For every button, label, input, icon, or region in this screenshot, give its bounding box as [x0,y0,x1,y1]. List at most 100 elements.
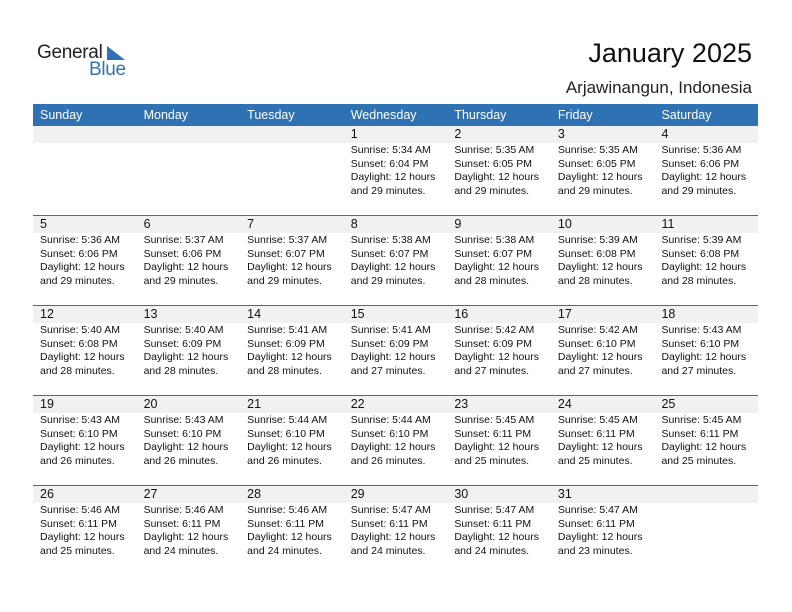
sunset-time: Sunset: 6:09 PM [454,337,532,350]
sunset-time: Sunset: 6:11 PM [143,517,221,530]
daylight-duration: Daylight: 12 hours [143,531,229,543]
weekday-monday: Monday [143,108,189,122]
daylight-duration: Daylight: 12 hours [247,261,332,273]
day-cell: Sunrise: 5:46 AM Sunset: 6:11 PM Daylight:… [33,503,137,558]
daylight-duration: Daylight: 12 hours [557,351,643,363]
sunset-time: Sunset: 6:09 PM [143,337,222,350]
sunrise-time: Sunrise: 5:42 AM [557,324,638,336]
day-number: 9 [454,217,462,231]
daylight-duration: and 29 minutes. [247,274,322,287]
day-cell: Sunrise: 5:41 AM Sunset: 6:09 PM Daylight:… [344,323,448,378]
day-cell: Sunrise: 5:42 AM Sunset: 6:10 PM Daylight:… [551,323,655,378]
day-cell: Sunrise: 5:40 AM Sunset: 6:09 PM Daylight:… [137,323,241,378]
day-cell: Sunrise: 5:35 AM Sunset: 6:05 PM Daylight:… [551,143,655,198]
daylight-duration: Daylight: 12 hours [661,441,747,453]
sunrise-time: Sunrise: 5:36 AM [40,234,120,246]
sunrise-time: Sunrise: 5:42 AM [454,324,535,336]
day-cell: Sunrise: 5:38 AM Sunset: 6:07 PM Daylight:… [344,233,448,288]
sunset-time: Sunset: 6:06 PM [40,247,118,260]
day-number-row: 12 13 14 15 16 17 18 [33,306,758,323]
triangle-flag-icon [107,46,125,60]
daylight-duration: and 29 minutes. [350,274,426,287]
daylight-duration: Daylight: 12 hours [350,261,436,273]
calendar-location: Arjawinangun, Indonesia [565,78,752,97]
weekday-saturday: Saturday [661,108,712,122]
week-row: 19 20 21 22 23 24 25 Sunrise: 5:43 AM Sunset: 6:… [33,395,758,485]
day-cell: Sunrise: 5:37 AM Sunset: 6:06 PM Daylight:… [137,233,241,288]
day-number: 22 [350,397,365,411]
daylight-duration: and 29 minutes. [557,184,633,197]
empty-day-number [33,126,137,143]
daylight-duration: and 25 minutes. [454,454,530,467]
calendar-title: January 2025 [588,38,752,68]
sunset-time: Sunset: 6:09 PM [350,337,429,350]
daylight-duration: and 24 minutes. [454,544,530,557]
daylight-duration: Daylight: 12 hours [143,351,229,363]
day-details-row: Sunrise: 5:34 AM Sunset: 6:04 PM Daylight:… [33,143,758,198]
sunset-time: Sunset: 6:08 PM [40,337,118,350]
day-number: 2 [454,127,462,141]
logo-text-blue: Blue [89,59,126,80]
daylight-duration: Daylight: 12 hours [557,441,643,453]
sunrise-time: Sunrise: 5:38 AM [350,234,431,246]
week-row: 12 13 14 15 16 17 18 Sunrise: 5:40 AM Sunset: 6:… [33,305,758,395]
sunrise-time: Sunrise: 5:45 AM [661,414,742,426]
day-cell: Sunrise: 5:46 AM Sunset: 6:11 PM Daylight:… [240,503,344,558]
day-number: 20 [143,397,158,411]
sunset-time: Sunset: 6:10 PM [247,427,325,440]
daylight-duration: Daylight: 12 hours [143,441,229,453]
daylight-duration: and 24 minutes. [247,544,322,557]
sunrise-time: Sunrise: 5:35 AM [557,144,638,156]
day-details-row: Sunrise: 5:43 AM Sunset: 6:10 PM Daylight:… [33,413,758,468]
sunset-time: Sunset: 6:07 PM [454,247,532,260]
day-number: 19 [40,397,54,411]
day-number: 18 [661,307,676,321]
weekday-header-row: Sunday Monday Tuesday Wednesday Thursday… [33,104,758,126]
daylight-duration: and 26 minutes. [247,454,322,467]
sunset-time: Sunset: 6:11 PM [40,517,117,530]
daylight-duration: Daylight: 12 hours [40,351,125,363]
day-details-row: Sunrise: 5:46 AM Sunset: 6:11 PM Daylight:… [33,503,758,558]
sunset-time: Sunset: 6:09 PM [247,337,325,350]
sunrise-time: Sunrise: 5:37 AM [143,234,224,246]
day-number: 5 [40,217,47,231]
daylight-duration: and 27 minutes. [661,364,737,377]
day-cell: Sunrise: 5:43 AM Sunset: 6:10 PM Daylight:… [33,413,137,468]
daylight-duration: Daylight: 12 hours [557,171,643,183]
daylight-duration: and 28 minutes. [557,274,633,287]
day-cell: Sunrise: 5:40 AM Sunset: 6:08 PM Daylight:… [33,323,137,378]
day-number: 30 [454,487,469,501]
daylight-duration: Daylight: 12 hours [557,261,643,273]
daylight-duration: Daylight: 12 hours [40,531,125,543]
sunrise-time: Sunrise: 5:44 AM [247,414,328,426]
sunrise-time: Sunrise: 5:43 AM [143,414,224,426]
week-row: 1 2 3 4 Sunrise: 5:34 AM Sunset: 6:04 PM Dayli… [33,126,758,215]
calendar-grid: Sunday Monday Tuesday Wednesday Thursday… [33,104,758,575]
daylight-duration: Daylight: 12 hours [247,531,332,543]
day-number-row: 19 20 21 22 23 24 25 [33,396,758,413]
empty-day-cell [137,143,241,198]
sunrise-time: Sunrise: 5:39 AM [661,234,742,246]
day-cell: Sunrise: 5:45 AM Sunset: 6:11 PM Daylight:… [654,413,758,468]
weekday-sunday: Sunday [40,108,83,122]
day-cell: Sunrise: 5:36 AM Sunset: 6:06 PM Daylight:… [33,233,137,288]
sunset-time: Sunset: 6:08 PM [661,247,740,260]
sunset-time: Sunset: 6:11 PM [454,427,532,440]
day-number: 15 [350,307,365,321]
daylight-duration: Daylight: 12 hours [40,261,125,273]
sunset-time: Sunset: 6:11 PM [350,517,428,530]
daylight-duration: and 26 minutes. [143,454,219,467]
daylight-duration: and 29 minutes. [454,184,530,197]
weekday-tuesday: Tuesday [247,108,295,122]
daylight-duration: Daylight: 12 hours [557,531,643,543]
daylight-duration: and 28 minutes. [143,364,219,377]
day-number: 17 [557,307,572,321]
empty-day-number [240,126,344,143]
day-cell: Sunrise: 5:45 AM Sunset: 6:11 PM Daylight:… [447,413,551,468]
day-cell: Sunrise: 5:44 AM Sunset: 6:10 PM Daylight:… [240,413,344,468]
day-number-row: 1 2 3 4 [33,126,758,143]
day-cell: Sunrise: 5:47 AM Sunset: 6:11 PM Daylight:… [551,503,655,558]
day-number: 24 [557,397,572,411]
sunset-time: Sunset: 6:10 PM [661,337,740,350]
day-cell: Sunrise: 5:47 AM Sunset: 6:11 PM Daylight:… [447,503,551,558]
